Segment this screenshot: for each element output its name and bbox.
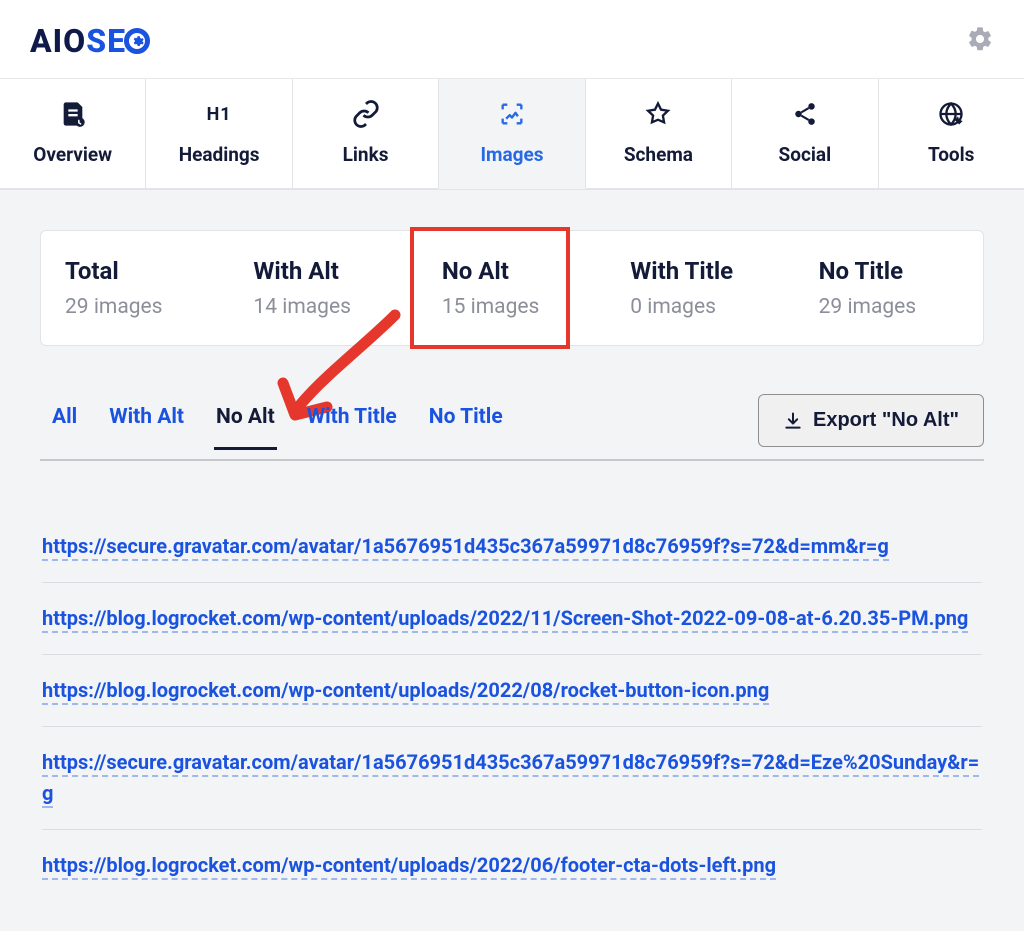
logo: AIOSE	[30, 22, 150, 60]
main-tabs: Overview H1 Headings Links Images Schema…	[0, 79, 1024, 190]
tab-overview[interactable]: Overview	[0, 79, 146, 189]
filter-with-title[interactable]: With Title	[305, 405, 399, 450]
filter-no-title[interactable]: No Title	[427, 405, 505, 450]
tab-social[interactable]: Social	[732, 79, 878, 189]
url-link[interactable]: https://secure.gravatar.com/avatar/1a567…	[42, 534, 889, 561]
link-icon	[351, 99, 381, 129]
tab-label: Headings	[179, 143, 260, 166]
settings-button[interactable]	[966, 25, 994, 57]
list-item: https://blog.logrocket.com/wp-content/up…	[42, 655, 982, 727]
share-icon	[790, 99, 820, 129]
image-stats-card: Total 29 images With Alt 14 images No Al…	[40, 230, 984, 346]
stat-sub: 14 images	[253, 295, 393, 319]
tab-schema[interactable]: Schema	[586, 79, 732, 189]
stat-total[interactable]: Total 29 images	[41, 253, 229, 323]
stat-with-alt[interactable]: With Alt 14 images	[229, 253, 417, 323]
stat-no-title[interactable]: No Title 29 images	[795, 253, 983, 323]
stat-sub: 29 images	[65, 295, 205, 319]
url-link[interactable]: https://blog.logrocket.com/wp-content/up…	[42, 853, 776, 880]
filter-row: All With Alt No Alt With Title No Title …	[40, 394, 984, 461]
tab-label: Images	[480, 143, 543, 166]
top-bar: AIOSE	[0, 0, 1024, 79]
tab-headings[interactable]: H1 Headings	[146, 79, 292, 189]
list-item: https://blog.logrocket.com/wp-content/up…	[42, 583, 982, 655]
logo-part-aio: AIO	[30, 22, 86, 60]
logo-gear-icon	[124, 28, 150, 54]
list-item: https://blog.logrocket.com/wp-content/up…	[42, 830, 982, 901]
export-button[interactable]: Export "No Alt"	[758, 394, 984, 447]
download-icon	[783, 411, 803, 431]
url-link[interactable]: https://secure.gravatar.com/avatar/1a567…	[42, 750, 979, 808]
stat-sub: 29 images	[819, 295, 959, 319]
tab-label: Social	[779, 143, 832, 166]
images-panel: Total 29 images With Alt 14 images No Al…	[0, 190, 1024, 931]
stat-no-alt[interactable]: No Alt 15 images	[418, 253, 606, 323]
tab-tools[interactable]: Tools	[879, 79, 1024, 189]
star-icon	[643, 99, 673, 129]
overview-icon	[58, 99, 88, 129]
stat-title: With Alt	[253, 257, 393, 285]
url-link[interactable]: https://blog.logrocket.com/wp-content/up…	[42, 606, 968, 633]
filter-all[interactable]: All	[50, 405, 79, 450]
tab-label: Schema	[624, 143, 693, 166]
tab-links[interactable]: Links	[293, 79, 439, 189]
globe-icon	[936, 99, 966, 129]
list-item: https://secure.gravatar.com/avatar/1a567…	[42, 511, 982, 583]
url-link[interactable]: https://blog.logrocket.com/wp-content/up…	[42, 678, 769, 705]
headings-icon: H1	[204, 99, 234, 129]
url-list: https://secure.gravatar.com/avatar/1a567…	[40, 511, 984, 931]
export-label: Export "No Alt"	[813, 409, 959, 432]
stat-title: With Title	[630, 257, 770, 285]
list-item: https://secure.gravatar.com/avatar/1a567…	[42, 727, 982, 830]
stat-sub: 15 images	[442, 295, 582, 319]
filter-tabs: All With Alt No Alt With Title No Title	[40, 405, 515, 448]
filter-with-alt[interactable]: With Alt	[107, 405, 186, 450]
logo-part-se: SE	[86, 22, 126, 60]
tab-images[interactable]: Images	[439, 79, 585, 189]
stat-title: No Alt	[442, 257, 582, 285]
stat-title: No Title	[819, 257, 959, 285]
image-icon	[497, 99, 527, 129]
tab-label: Links	[343, 143, 389, 166]
tab-label: Tools	[928, 143, 974, 166]
stat-title: Total	[65, 257, 205, 285]
filter-no-alt[interactable]: No Alt	[214, 405, 277, 450]
gear-icon	[966, 25, 994, 53]
tab-label: Overview	[33, 143, 112, 166]
stat-with-title[interactable]: With Title 0 images	[606, 253, 794, 323]
stat-sub: 0 images	[630, 295, 770, 319]
